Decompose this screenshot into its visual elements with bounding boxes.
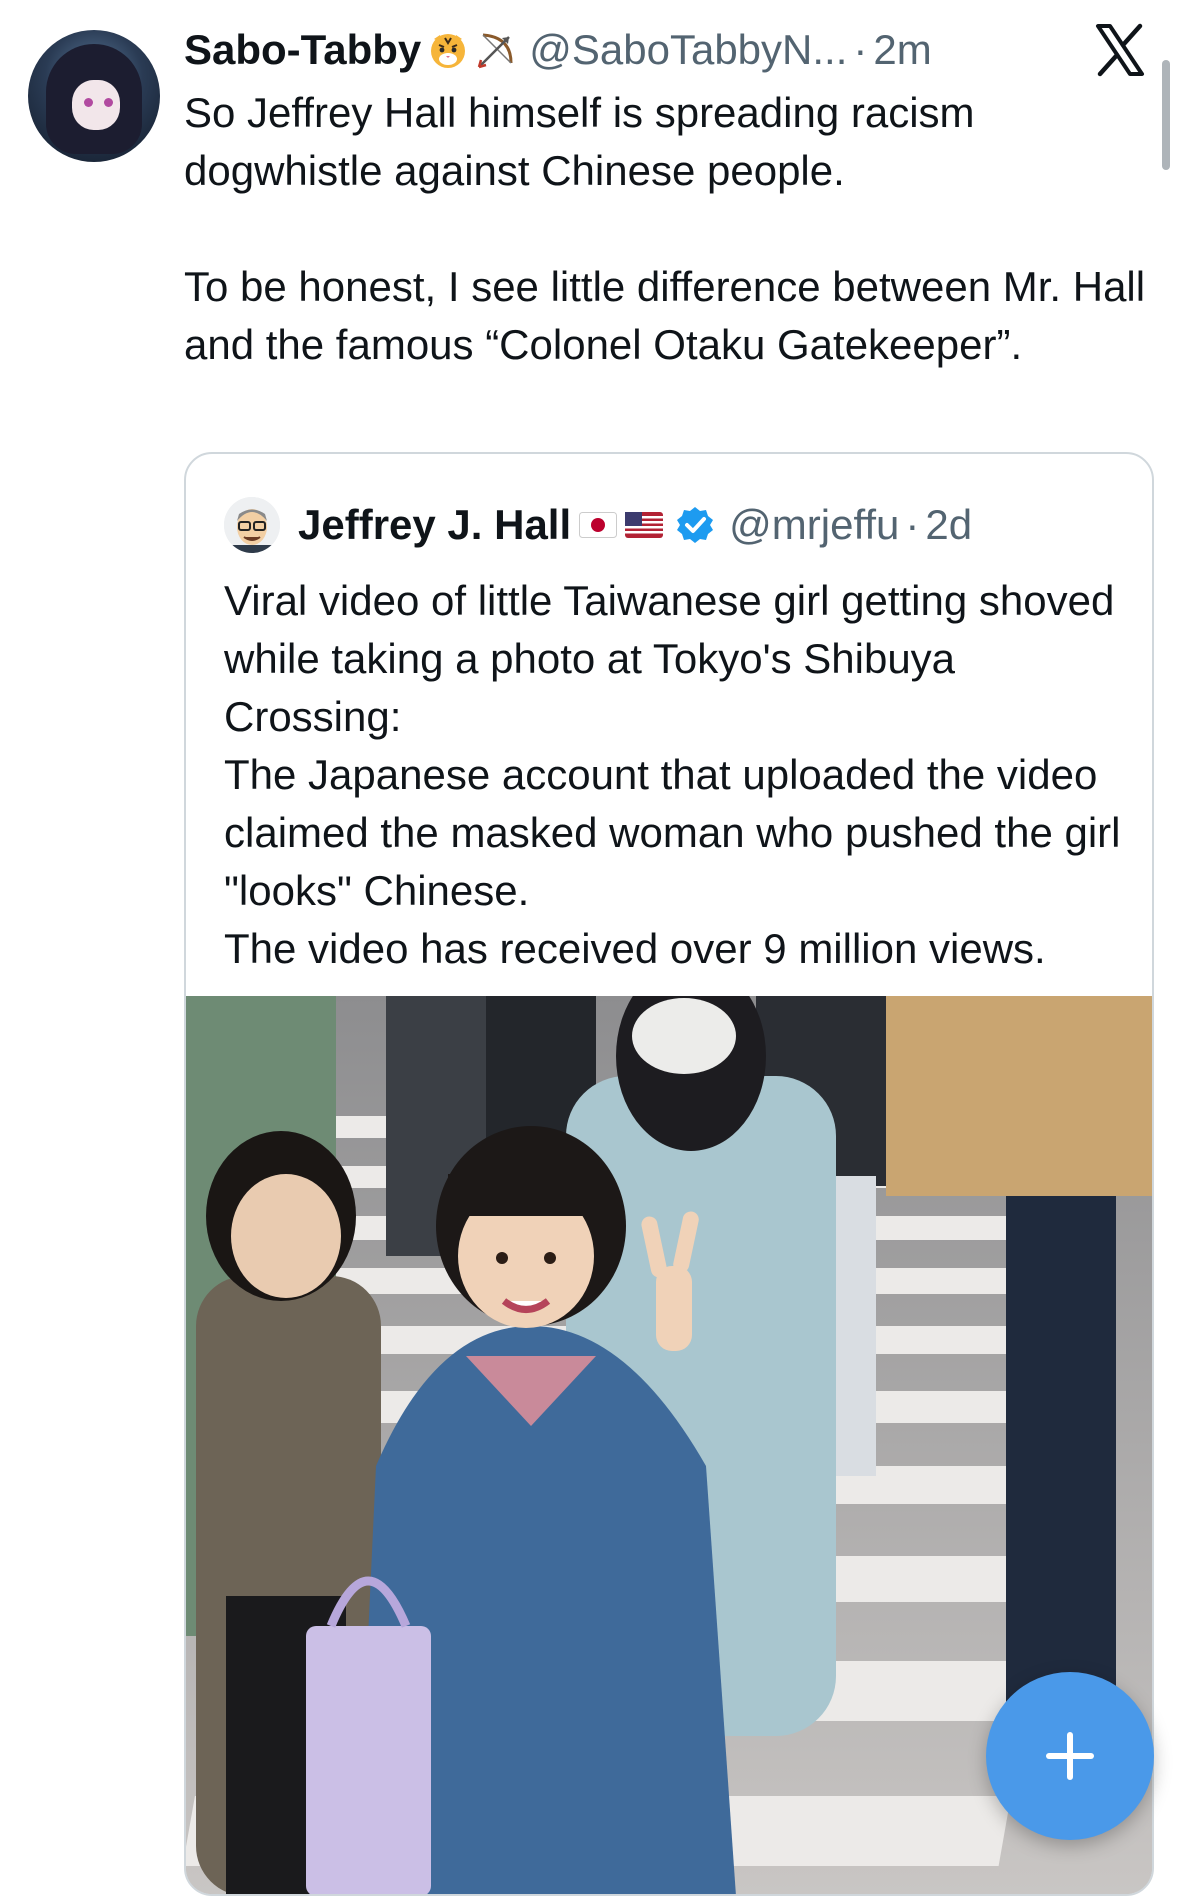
quoted-tweet-line: The Japanese account that uploaded the v… — [224, 751, 1121, 914]
quoted-tweet-text: Viral video of little Taiwanese girl get… — [224, 572, 1134, 978]
author-name[interactable]: Sabo-Tabby — [184, 26, 421, 74]
tiger-face-emoji — [427, 29, 469, 71]
quoted-tweet-line: The video has received over 9 million vi… — [224, 925, 1046, 972]
tweet-text: So Jeffrey Hall himself is spreading rac… — [184, 84, 1154, 374]
scrollbar-thumb[interactable] — [1162, 60, 1170, 170]
tweet-time[interactable]: 2m — [873, 26, 931, 74]
tweet-header: Sabo-Tabby @SaboTabbyN... · 2m — [184, 24, 932, 76]
tweet-paragraph: To be honest, I see little difference be… — [184, 263, 1146, 368]
quoted-tweet-card[interactable]: Jeffrey J. Hall @mrjeffu · 2d Viral vide… — [184, 452, 1154, 1896]
x-logo-icon[interactable] — [1094, 22, 1146, 78]
tweet-paragraph: So Jeffrey Hall himself is spreading rac… — [184, 89, 975, 194]
avatar-eye — [84, 98, 93, 107]
author-handle[interactable]: @SaboTabbyN... — [529, 26, 847, 74]
usa-flag-icon — [625, 512, 664, 538]
author-avatar[interactable] — [28, 30, 160, 162]
quoted-tweet-header: Jeffrey J. Hall @mrjeffu · 2d — [224, 497, 972, 553]
quoted-author-name[interactable]: Jeffrey J. Hall — [298, 501, 571, 549]
bow-and-arrow-emoji — [475, 29, 517, 71]
separator-dot: · — [853, 26, 868, 73]
separator-dot: · — [905, 501, 920, 548]
compose-post-button[interactable] — [986, 1672, 1154, 1840]
plus-icon — [1046, 1732, 1094, 1780]
quoted-author-avatar[interactable] — [224, 497, 280, 553]
avatar-face — [72, 80, 120, 130]
quoted-author-handle[interactable]: @mrjeffu — [729, 501, 899, 549]
quoted-tweet-time[interactable]: 2d — [925, 501, 972, 549]
quoted-tweet-line: Viral video of little Taiwanese girl get… — [224, 577, 1115, 740]
verified-badge-icon — [677, 507, 714, 543]
japan-flag-icon — [579, 512, 618, 538]
avatar-eye — [104, 98, 113, 107]
